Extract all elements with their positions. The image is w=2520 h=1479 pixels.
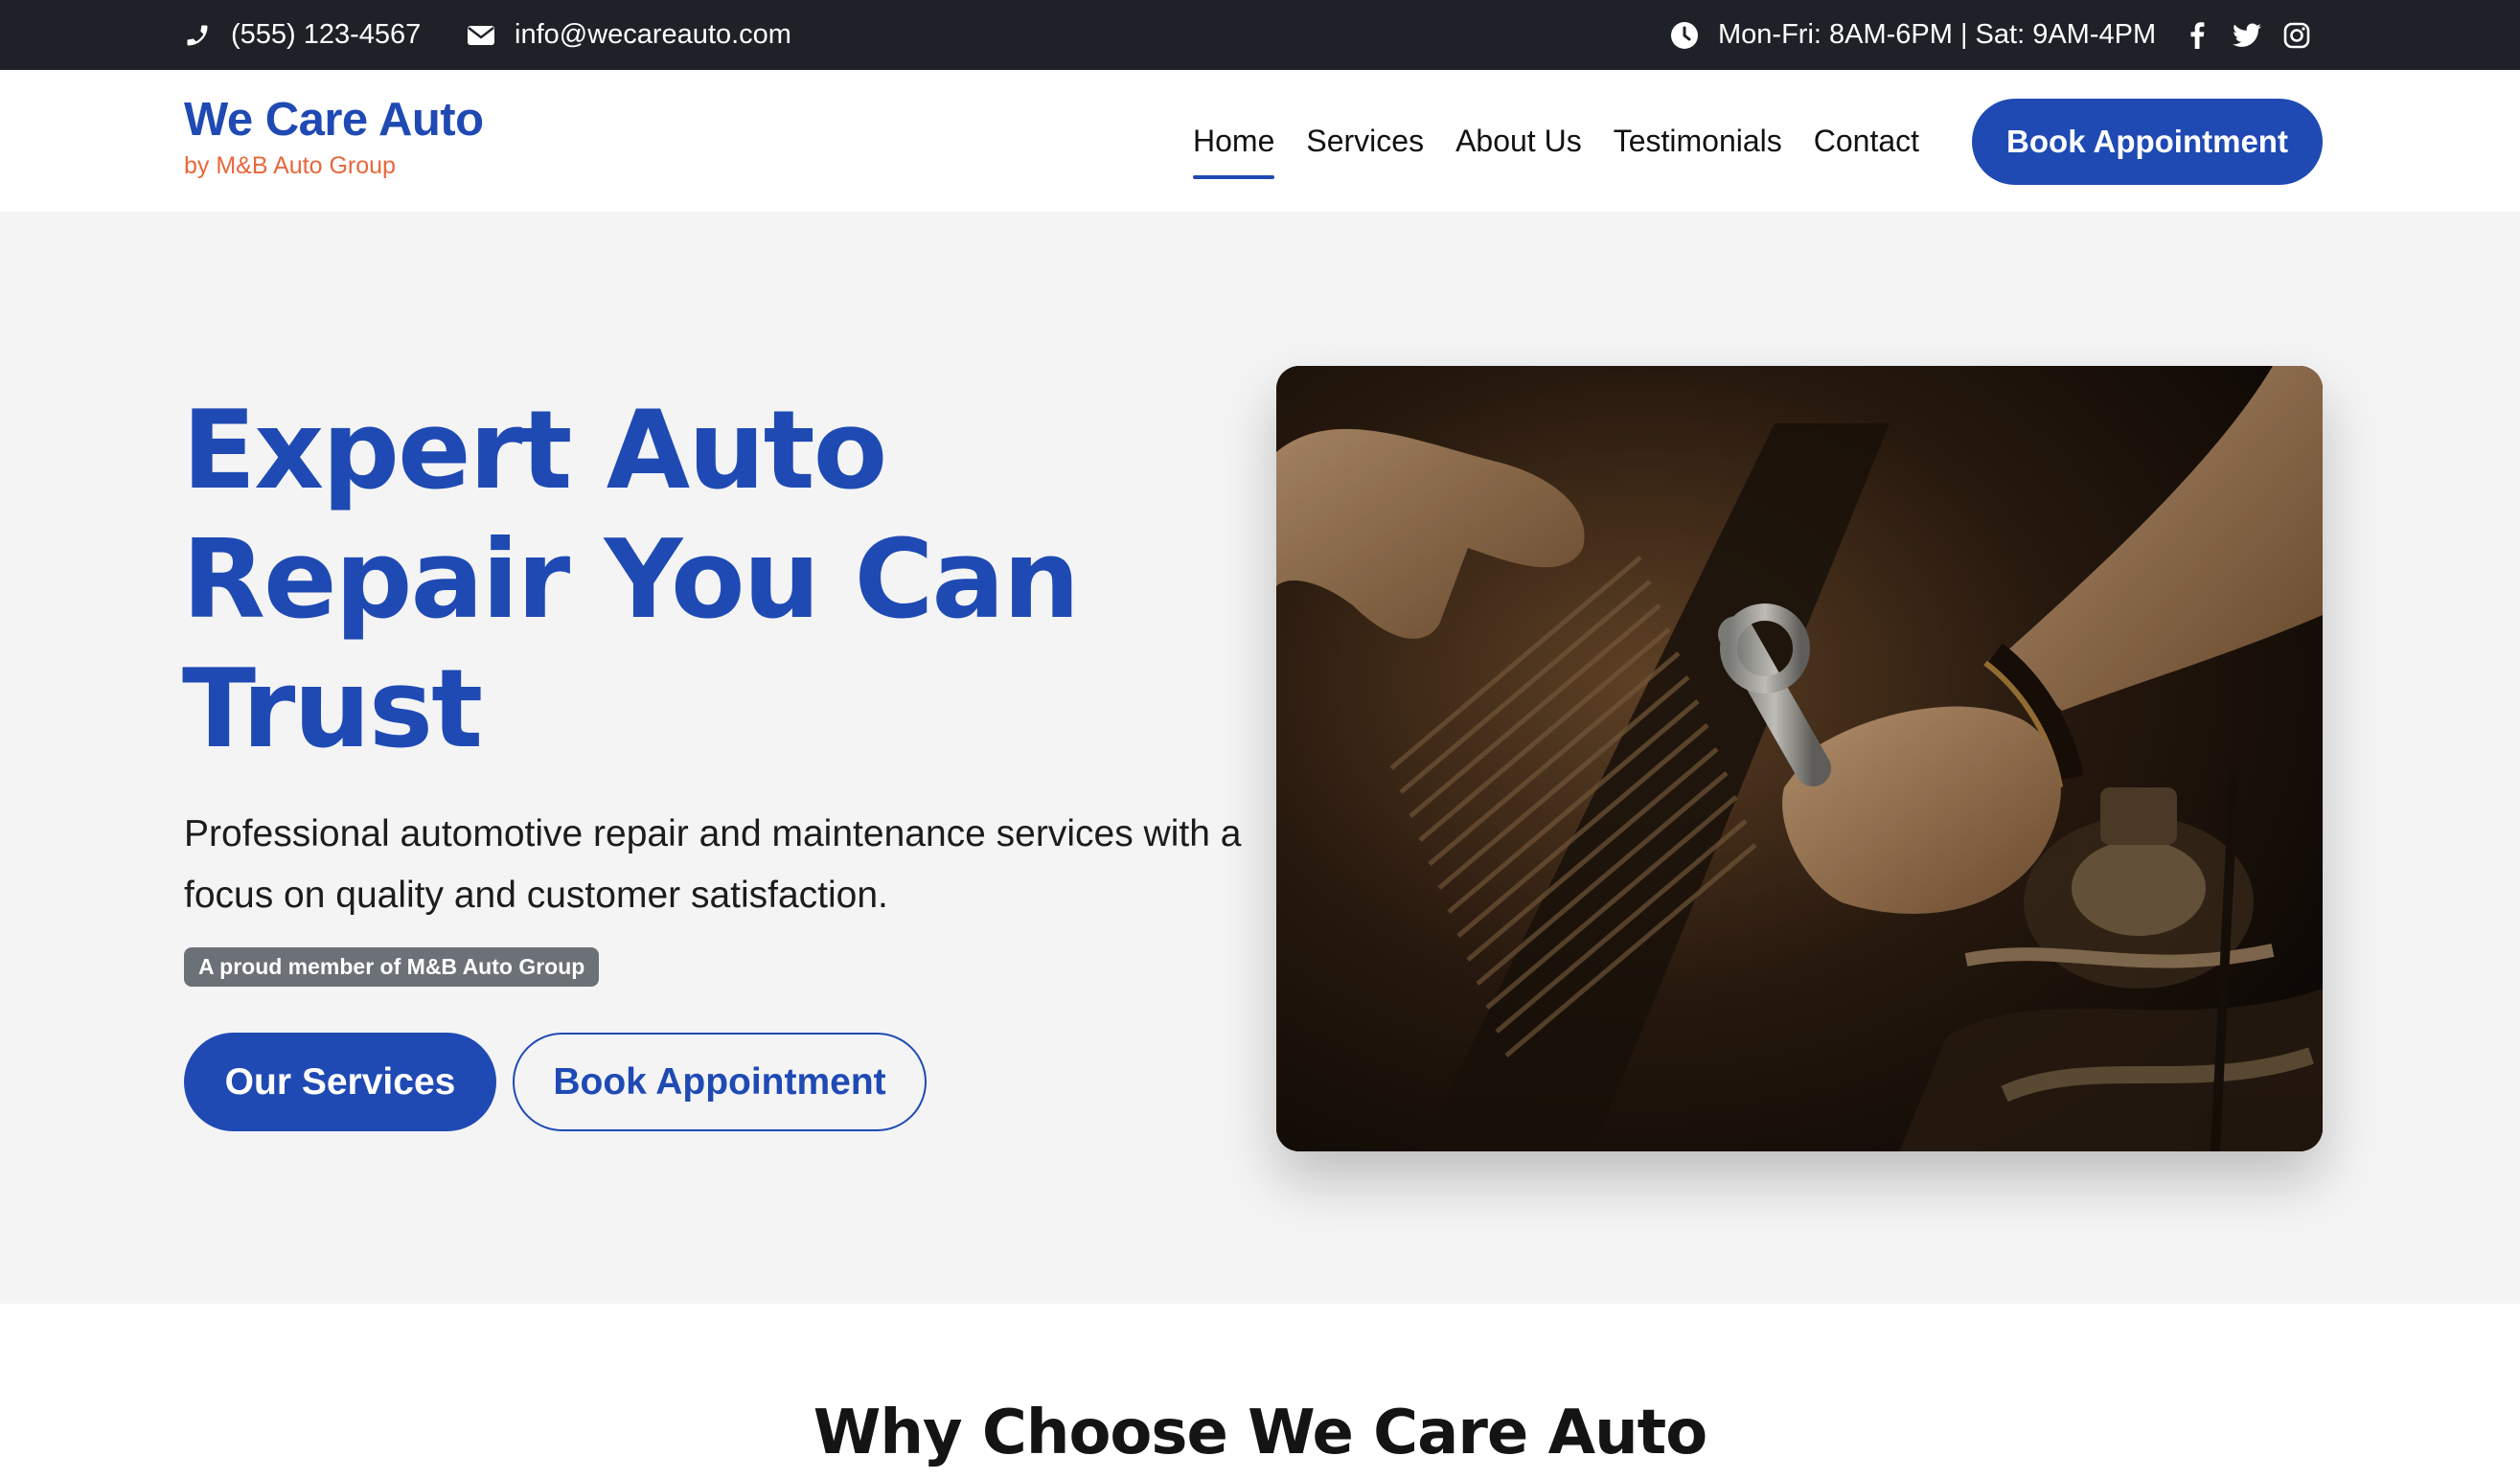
brand-subtitle: by M&B Auto Group [184, 151, 396, 179]
nav-home[interactable]: Home [1193, 70, 1275, 212]
phone-text: (555) 123-4567 [231, 19, 422, 50]
business-hours: Mon-Fri: 8AM-6PM | Sat: 9AM-4PM [1670, 0, 2156, 70]
why-choose-title: Why Choose We Care Auto [813, 1398, 1707, 1468]
site-header: We Care Auto by M&B Auto Group Home Serv… [0, 70, 2520, 212]
nav-testimonials[interactable]: Testimonials [1614, 70, 1782, 212]
clock-icon [1670, 21, 1699, 50]
instagram-icon[interactable] [2282, 21, 2311, 50]
email-contact[interactable]: info@wecareauto.com [467, 0, 791, 70]
engine-repair-illustration [1276, 366, 2323, 1151]
our-services-button[interactable]: Our Services [184, 1033, 496, 1131]
social-links [2183, 0, 2311, 70]
book-appointment-header-button[interactable]: Book Appointment [1972, 99, 2323, 185]
main-nav: Home Services About Us Testimonials Cont… [1193, 70, 1951, 212]
twitter-icon[interactable] [2233, 21, 2261, 50]
nav-about-us[interactable]: About Us [1455, 70, 1582, 212]
mechanic-engine-photo [1276, 366, 2323, 1151]
phone-icon [183, 21, 212, 50]
brand-logo[interactable]: We Care Auto by M&B Auto Group [184, 94, 484, 180]
phone-contact[interactable]: (555) 123-4567 [183, 0, 421, 70]
envelope-icon [467, 21, 495, 50]
why-choose-section: Why Choose We Care Auto [0, 1304, 2520, 1479]
hero-section: Expert Auto Repair You Can Trust Profess… [0, 212, 2520, 1304]
facebook-icon[interactable] [2183, 21, 2211, 50]
top-info-bar: (555) 123-4567 info@wecareauto.com Mon-F… [0, 0, 2520, 70]
hours-text: Mon-Fri: 8AM-6PM | Sat: 9AM-4PM [1718, 19, 2157, 50]
nav-services[interactable]: Services [1306, 70, 1424, 212]
brand-name: We Care Auto [184, 94, 484, 146]
nav-contact[interactable]: Contact [1814, 70, 1919, 212]
email-text: info@wecareauto.com [515, 19, 791, 50]
hero-description: Professional automotive repair and maint… [184, 813, 1242, 916]
book-appointment-hero-button[interactable]: Book Appointment [513, 1033, 927, 1131]
membership-badge: A proud member of M&B Auto Group [184, 947, 600, 987]
hero-title: Expert Auto Repair You Can Trust [182, 387, 1080, 772]
